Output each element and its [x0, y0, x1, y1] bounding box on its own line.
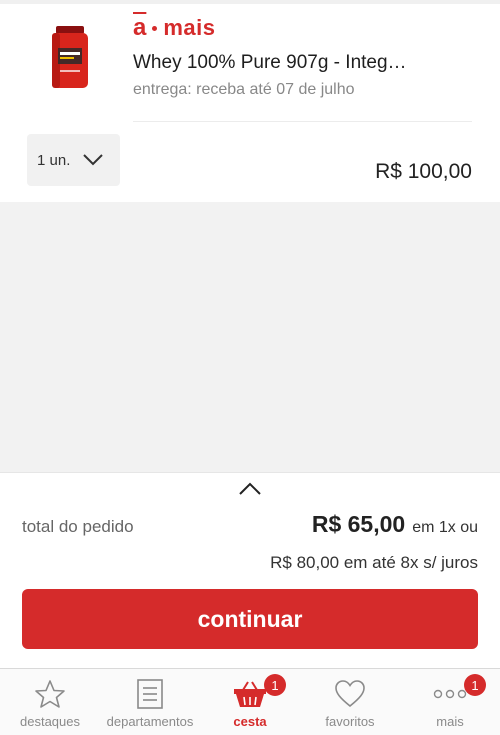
tab-label: departamentos — [106, 714, 194, 729]
order-summary: total do pedido R$ 65,00 em 1x ou R$ 80,… — [0, 472, 500, 668]
quantity-selector[interactable]: 1 un. — [27, 134, 120, 186]
heart-icon — [335, 680, 365, 708]
product-title[interactable]: Whey 100% Pure 907g - Integ… — [133, 52, 453, 74]
item-price: R$ 100,00 — [375, 160, 472, 183]
more-dots-icon — [433, 689, 467, 699]
delivery-info: entrega: receba até 07 de julho — [133, 81, 355, 98]
total-label: total do pedido — [22, 517, 134, 536]
installments-info: R$ 80,00 em até 8x s/ juros — [270, 553, 478, 572]
cart-count-badge: 1 — [264, 674, 286, 696]
brand-name: mais — [163, 15, 216, 40]
more-notification-badge: 1 — [464, 674, 486, 696]
chevron-down-icon — [83, 154, 104, 166]
brand-logo: a mais — [133, 14, 216, 42]
product-image[interactable] — [50, 26, 90, 90]
chevron-up-icon[interactable] — [238, 481, 262, 497]
list-icon — [137, 679, 163, 709]
continue-button[interactable]: continuar — [22, 589, 478, 649]
total-row: R$ 65,00 em 1x ou — [312, 511, 478, 538]
total-condition: em 1x ou — [412, 519, 478, 536]
item-divider — [133, 121, 472, 122]
brand-prefix: a — [133, 14, 147, 41]
quantity-value: 1 un. — [37, 151, 71, 169]
tab-label: destaques — [20, 714, 80, 729]
cart-item: a mais Whey 100% Pure 907g - Integ… entr… — [0, 4, 500, 202]
tab-bar: destaques departamentos cesta favoritos — [0, 668, 500, 735]
tab-label: cesta — [233, 714, 267, 729]
tab-departamentos[interactable]: departamentos — [100, 669, 200, 735]
tab-label: mais — [436, 714, 464, 729]
tab-favoritos[interactable]: favoritos — [300, 669, 400, 735]
tab-mais[interactable]: mais — [400, 669, 500, 735]
tab-destaques[interactable]: destaques — [0, 669, 100, 735]
basket-icon — [234, 681, 266, 707]
star-icon — [35, 680, 65, 708]
tab-cesta[interactable]: cesta — [200, 669, 300, 735]
total-value: R$ 65,00 — [311, 511, 406, 537]
brand-dot — [152, 25, 158, 31]
empty-area — [0, 202, 500, 472]
tab-label: favoritos — [325, 714, 375, 729]
